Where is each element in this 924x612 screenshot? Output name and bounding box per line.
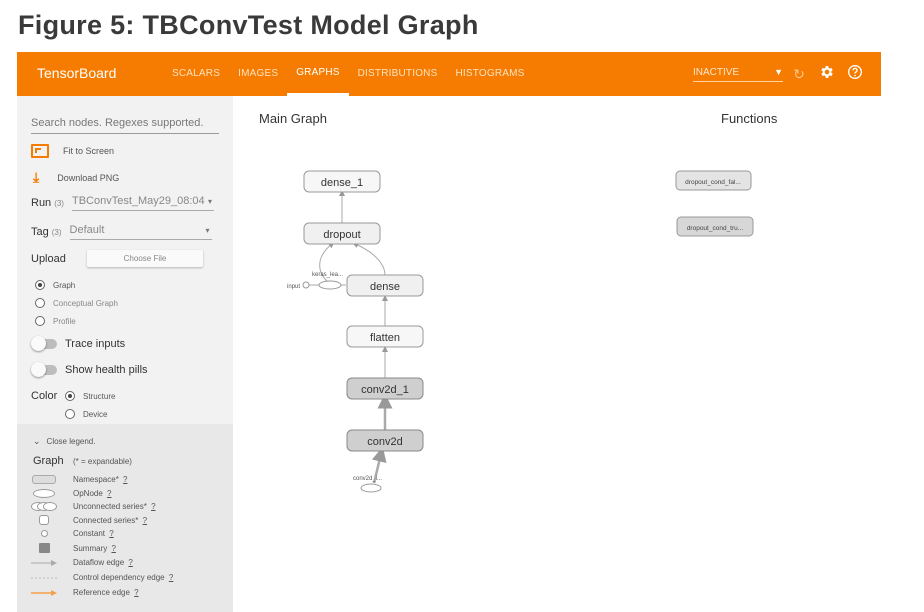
graph-node-input[interactable]: input bbox=[287, 281, 310, 290]
function-dropout-cond-true[interactable]: dropout_cond_tru... bbox=[676, 216, 754, 237]
function-dropout-cond-false[interactable]: dropout_cond_fal... bbox=[675, 170, 752, 191]
node-label: flatten bbox=[370, 332, 400, 344]
graph-node-conv2d[interactable]: conv2d bbox=[346, 429, 424, 452]
node-label: conv2d_i... bbox=[353, 476, 382, 482]
graph-node-conv2d-input[interactable]: conv2d_i... bbox=[353, 476, 382, 493]
graph-node-dense[interactable]: dense bbox=[346, 274, 424, 297]
node-label: dropout bbox=[323, 229, 360, 241]
graph-canvas[interactable]: dense_1 dropout dense flatten conv2d_1 c… bbox=[0, 0, 924, 612]
function-label: dropout_cond_fal... bbox=[685, 179, 741, 186]
edge-dense-dropout bbox=[352, 242, 386, 276]
graph-node-keras-learning-phase[interactable]: keras_lea... bbox=[312, 272, 343, 290]
node-label: conv2d_1 bbox=[361, 384, 409, 396]
graph-node-flatten[interactable]: flatten bbox=[346, 325, 424, 348]
graph-node-dense-1[interactable]: dense_1 bbox=[303, 170, 381, 193]
graph-node-conv2d-1[interactable]: conv2d_1 bbox=[346, 377, 424, 400]
graph-node-dropout[interactable]: dropout bbox=[303, 222, 381, 245]
function-label: dropout_cond_tru... bbox=[687, 225, 744, 232]
node-label: conv2d bbox=[367, 436, 402, 448]
node-label: keras_lea... bbox=[312, 272, 343, 278]
node-label: input bbox=[287, 284, 300, 290]
node-label: dense bbox=[370, 281, 400, 293]
node-label: dense_1 bbox=[321, 177, 363, 189]
